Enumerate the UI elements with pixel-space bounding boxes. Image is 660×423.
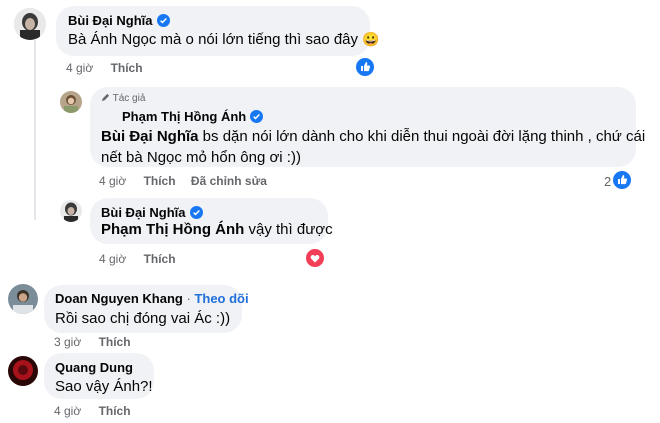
smile-emoji: 😀	[362, 31, 380, 47]
like-icon[interactable]	[356, 58, 374, 76]
verified-badge-icon	[189, 206, 203, 219]
verified-badge-icon	[250, 110, 264, 123]
like-button[interactable]: Thích	[99, 335, 131, 349]
like-button[interactable]: Thích	[144, 252, 176, 266]
timestamp[interactable]: 3 giờ	[54, 335, 81, 349]
avatar[interactable]	[60, 200, 82, 222]
timestamp[interactable]: 4 giờ	[66, 61, 93, 75]
comment-actions: 4 giờ Thích	[66, 61, 143, 75]
avatar[interactable]	[8, 284, 38, 314]
comment-actions: 4 giờ Thích	[99, 252, 176, 266]
comment-author[interactable]: Doan Nguyen Khang · Theo dõi	[55, 291, 249, 306]
edited-label[interactable]: Đã chỉnh sửa	[191, 174, 267, 188]
like-icon[interactable]	[613, 171, 631, 189]
like-button[interactable]: Thích	[111, 61, 143, 75]
like-button[interactable]: Thích	[144, 174, 176, 188]
comment-text: Rồi sao chị đóng vai Ác :))	[55, 310, 231, 327]
comment-text: Bùi Đại Nghĩa bs dặn nói lớn dành cho kh…	[101, 128, 646, 145]
timestamp[interactable]: 4 giờ	[99, 252, 126, 266]
comment-actions: 4 giờ Thích	[54, 404, 131, 418]
comment-text: Phạm Thị Hồng Ánh vậy thì được	[101, 221, 333, 238]
timestamp[interactable]: 4 giờ	[99, 174, 126, 188]
author-tag: Tác giả	[101, 93, 145, 104]
avatar[interactable]	[14, 8, 46, 40]
reply-thread-line	[34, 40, 36, 220]
follow-link[interactable]: Theo dõi	[194, 291, 248, 306]
mention-link[interactable]: Bùi Đại Nghĩa	[101, 128, 199, 145]
comment-author[interactable]: Phạm Thị Hồng Ánh	[122, 109, 264, 124]
timestamp[interactable]: 4 giờ	[54, 404, 81, 418]
comment-author[interactable]: Bùi Đại Nghĩa	[101, 205, 203, 220]
like-button[interactable]: Thích	[99, 404, 131, 418]
comment-actions: 4 giờ Thích Đã chỉnh sửa	[99, 174, 267, 188]
comment-text-line2: nết bà Ngọc mỏ hổn ông ơi :))	[101, 149, 301, 166]
comment-text: Bà Ánh Ngọc mà o nói lớn tiếng thì sao đ…	[68, 31, 380, 48]
pencil-icon	[101, 93, 110, 102]
comment-author[interactable]: Quang Dung	[55, 360, 133, 375]
verified-badge-icon	[156, 14, 170, 27]
avatar[interactable]	[60, 91, 82, 113]
mention-link[interactable]: Phạm Thị Hồng Ánh	[101, 221, 244, 238]
love-icon[interactable]	[306, 249, 324, 267]
comment-author[interactable]: Bùi Đại Nghĩa	[68, 13, 170, 28]
avatar[interactable]	[8, 356, 38, 386]
reaction-count[interactable]: 2	[604, 174, 611, 189]
comment-text: Sao vậy Ánh?!	[55, 378, 153, 395]
comment-actions: 3 giờ Thích	[54, 335, 131, 349]
